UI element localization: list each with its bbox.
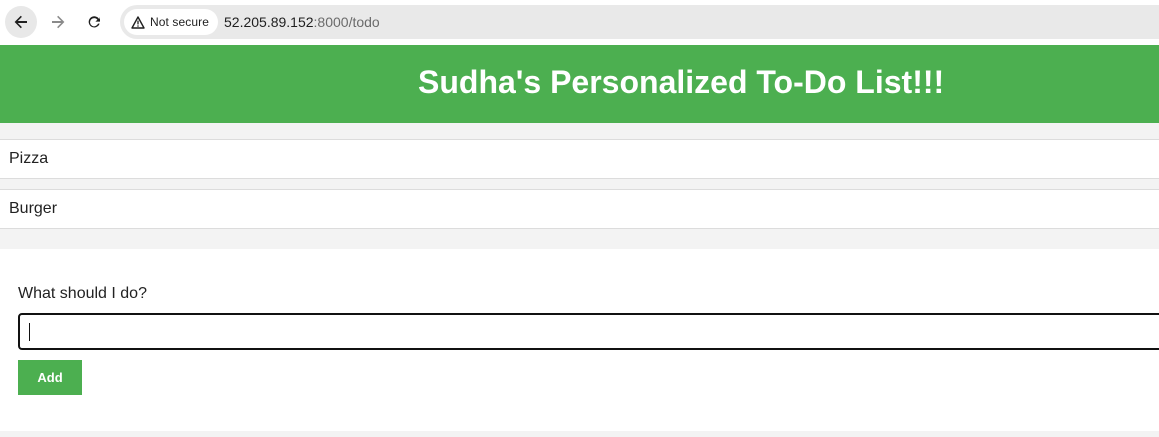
url-host: 52.205.89.152 xyxy=(224,14,314,30)
arrow-left-icon xyxy=(14,15,27,29)
text-caret xyxy=(29,323,30,341)
list-item[interactable]: Pizza xyxy=(0,139,1159,179)
reload-button[interactable] xyxy=(78,6,110,38)
todo-text: Burger xyxy=(9,200,58,217)
warning-triangle-icon xyxy=(131,15,145,29)
arrow-right-icon xyxy=(52,15,65,29)
add-button[interactable]: Add xyxy=(18,360,82,395)
back-button[interactable] xyxy=(5,6,37,38)
todo-list: Pizza Burger xyxy=(0,123,1159,249)
forward-button[interactable] xyxy=(42,6,74,38)
url-text[interactable]: 52.205.89.152:8000/todo xyxy=(224,14,380,30)
reload-icon xyxy=(88,16,100,28)
header-banner: Sudha's Personalized To-Do List!!! xyxy=(0,45,1159,123)
url-path: :8000/todo xyxy=(313,14,380,30)
page-title: Sudha's Personalized To-Do List!!! xyxy=(418,64,945,100)
page-content: Sudha's Personalized To-Do List!!! Pizza… xyxy=(0,45,1159,437)
browser-toolbar: Not secure 52.205.89.152:8000/todo xyxy=(0,0,1159,45)
footer-divider xyxy=(0,431,1159,437)
task-input[interactable] xyxy=(18,313,1159,350)
list-item[interactable]: Burger xyxy=(0,189,1159,229)
address-bar[interactable]: Not secure 52.205.89.152:8000/todo xyxy=(120,5,1159,39)
task-input-label: What should I do? xyxy=(18,285,147,302)
security-indicator[interactable]: Not secure xyxy=(124,9,219,35)
todo-text: Pizza xyxy=(9,150,49,167)
security-label: Not secure xyxy=(150,15,210,29)
add-todo-form: What should I do? Add xyxy=(0,249,1159,431)
